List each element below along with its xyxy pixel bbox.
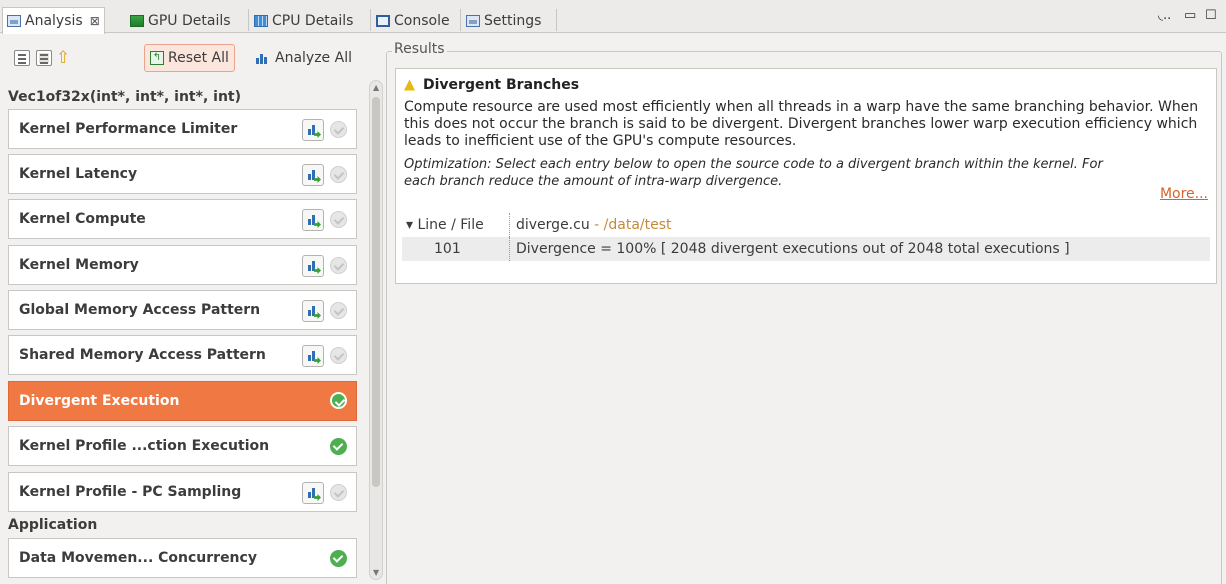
item-label: Divergent Execution	[19, 393, 180, 409]
run-analysis-chart-icon[interactable]	[302, 119, 324, 141]
card-title-text: Divergent Branches	[423, 77, 580, 93]
optimization-text: Optimization: Select each entry below to…	[404, 157, 1103, 189]
analyze-all-button[interactable]: Analyze All	[250, 44, 357, 72]
analysis-item-kernel-profile-instruction-execution[interactable]: Kernel Profile ...ction Execution	[8, 426, 357, 466]
status-check-icon	[330, 166, 347, 183]
table-row[interactable]: 101 Divergence = 100% [ 2048 divergent e…	[402, 237, 1210, 261]
window-icon	[7, 15, 21, 27]
tab-label: GPU Details	[148, 13, 231, 29]
scroll-down-icon[interactable]: ▼	[373, 568, 379, 577]
results-group-label: Results	[392, 41, 447, 57]
tab-analysis[interactable]: Analysis ⊠	[2, 7, 105, 34]
run-analysis-chart-icon[interactable]	[302, 300, 324, 322]
tab-separator	[370, 9, 371, 31]
analysis-item-kernel-memory[interactable]: Kernel Memory	[8, 245, 357, 285]
run-analysis-chart-icon[interactable]	[302, 209, 324, 231]
tab-label: Settings	[484, 13, 542, 29]
up-arrow-icon[interactable]: ⇧	[56, 48, 70, 68]
analysis-item-shared-memory-access-pattern[interactable]: Shared Memory Access Pattern	[8, 335, 357, 375]
console-icon	[376, 15, 390, 27]
item-label: Data Movemen... Concurrency	[19, 550, 257, 566]
status-check-icon	[330, 438, 347, 455]
tab-label: CPU Details	[272, 13, 354, 29]
analysis-item-kernel-latency[interactable]: Kernel Latency	[8, 154, 357, 194]
reset-all-button[interactable]: ↰ Reset All	[144, 44, 235, 72]
status-check-icon	[330, 392, 347, 409]
line-file-column-header[interactable]: ▾ Line / File	[402, 213, 510, 237]
reset-all-label: Reset All	[168, 50, 229, 66]
analysis-item-kernel-profile-pc-sampling[interactable]: Kernel Profile - PC Sampling	[8, 472, 357, 512]
scrollbar-thumb[interactable]	[372, 97, 380, 487]
analyze-all-label: Analyze All	[275, 50, 352, 66]
status-check-icon	[330, 211, 347, 228]
close-icon[interactable]: ⊠	[90, 14, 100, 28]
status-check-icon	[330, 550, 347, 567]
analyze-chart-icon	[255, 51, 271, 65]
tab-gpu-details[interactable]: GPU Details	[126, 9, 235, 33]
run-analysis-chart-icon[interactable]	[302, 482, 324, 504]
card-title: Divergent Branches	[404, 77, 1208, 93]
status-check-icon	[330, 302, 347, 319]
more-link[interactable]: More...	[1160, 186, 1208, 202]
maximize-icon[interactable]: ☐	[1205, 8, 1217, 23]
tab-label: Console	[394, 13, 450, 29]
minimize-icon[interactable]: ▭	[1184, 8, 1196, 23]
divergence-text: Divergence = 100% [ 2048 divergent execu…	[516, 241, 1070, 257]
analysis-item-global-memory-access-pattern[interactable]: Global Memory Access Pattern	[8, 290, 357, 330]
scroll-up-icon[interactable]: ▲	[373, 83, 379, 92]
analysis-panel: ⇧ ↰ Reset All Analyze All Vec1of32x(int*…	[0, 34, 384, 584]
line-number: 101	[402, 237, 510, 261]
status-check-icon	[330, 484, 347, 501]
tab-cpu-details[interactable]: CPU Details	[250, 9, 357, 33]
application-section-heading: Application	[8, 517, 98, 533]
tab-separator	[556, 9, 557, 31]
cpu-icon	[254, 15, 268, 27]
item-label: Kernel Profile ...ction Execution	[19, 438, 270, 454]
tab-label: Analysis	[25, 13, 83, 29]
status-check-icon	[330, 121, 347, 138]
run-analysis-chart-icon[interactable]	[302, 345, 324, 367]
status-check-icon	[330, 347, 347, 364]
file-path: diverge.cu - /data/test	[510, 217, 672, 233]
divergent-branches-card: Divergent Branches Compute resource are …	[395, 68, 1217, 284]
card-description: Compute resource are used most efficient…	[404, 99, 1199, 149]
view-menu-icon[interactable]: ◟..	[1158, 8, 1171, 23]
analysis-item-kernel-compute[interactable]: Kernel Compute	[8, 199, 357, 239]
kernel-section-heading: Vec1of32x(int*, int*, int*, int)	[8, 89, 241, 105]
divergence-table: ▾ Line / File diverge.cu - /data/test 10…	[402, 213, 1210, 261]
tab-settings[interactable]: Settings	[462, 9, 545, 33]
tab-separator	[460, 9, 461, 31]
analysis-item-divergent-execution[interactable]: Divergent Execution	[8, 381, 357, 421]
file-directory: - /data/test	[589, 217, 672, 233]
tab-separator	[248, 9, 249, 31]
table-header-row: ▾ Line / File diverge.cu - /data/test	[402, 213, 1210, 237]
vertical-scrollbar[interactable]: ▲ ▼	[369, 80, 383, 580]
warning-icon	[404, 79, 415, 91]
analysis-toolbar: ⇧ ↰ Reset All Analyze All	[0, 44, 370, 74]
run-analysis-chart-icon[interactable]	[302, 164, 324, 186]
tab-console[interactable]: Console	[372, 9, 454, 33]
collapse-all-icon[interactable]	[14, 50, 30, 66]
gpu-icon	[130, 15, 144, 27]
expand-all-icon[interactable]	[36, 50, 52, 66]
view-tab-bar: Analysis ⊠ GPU Details CPU Details Conso…	[0, 0, 1226, 34]
analysis-item-kernel-performance-limiter[interactable]: Kernel Performance Limiter	[8, 109, 357, 149]
status-check-icon	[330, 257, 347, 274]
reset-icon: ↰	[150, 51, 164, 65]
window-icon	[466, 15, 480, 27]
file-name: diverge.cu	[516, 217, 590, 233]
run-analysis-chart-icon[interactable]	[302, 255, 324, 277]
analysis-item-data-movement-concurrency[interactable]: Data Movemen... Concurrency	[8, 538, 357, 578]
